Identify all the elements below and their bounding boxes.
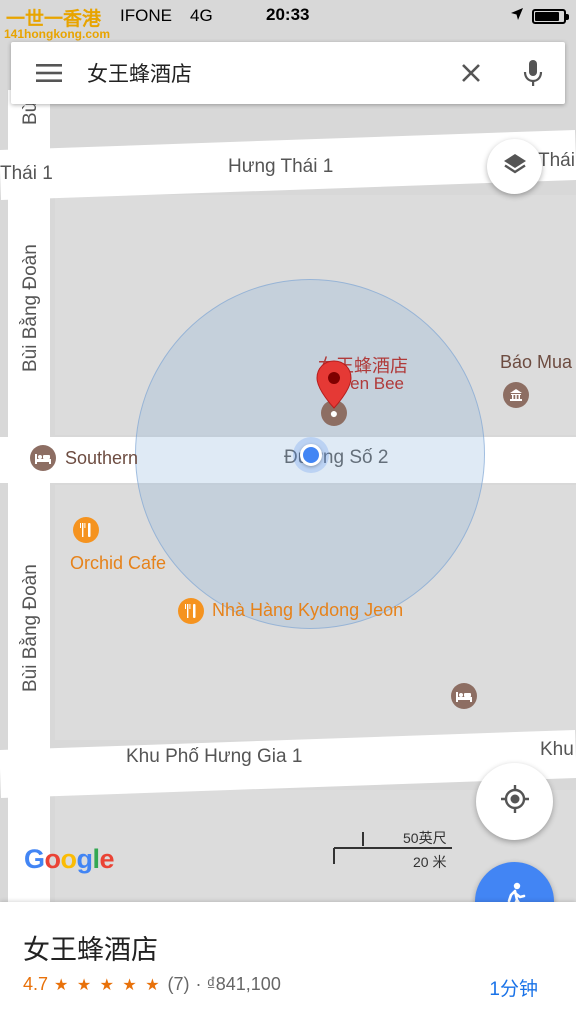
search-input[interactable]: 女王蜂酒店 xyxy=(87,58,441,88)
status-bar: 一世一香港 141hongkong.com IFONE 4G 20:33 xyxy=(0,0,576,41)
my-location-dot[interactable] xyxy=(300,444,322,466)
poi-label-bao-mua[interactable]: Báo Mua xyxy=(500,352,572,373)
google-logo-letter: o xyxy=(60,844,78,874)
rating-stars: ★ ★ ★ ★ ★ xyxy=(54,976,162,994)
google-logo-letter: g xyxy=(76,844,94,874)
google-logo-letter: G xyxy=(24,844,45,874)
google-logo: Google xyxy=(24,844,115,875)
travel-time[interactable]: 1分钟 xyxy=(489,974,538,1001)
place-name: 女王蜂酒店 xyxy=(23,935,158,965)
road-label-khu-right: Khu xyxy=(540,739,574,760)
google-logo-letter: e xyxy=(99,844,115,874)
poi-label-southern[interactable]: Southern xyxy=(65,448,138,469)
review-count: (7) xyxy=(167,974,190,994)
rating-value: 4.7 xyxy=(23,974,49,994)
price: · ₫841,100 xyxy=(195,974,281,994)
poi-label-orchid-cafe[interactable]: Orchid Cafe xyxy=(70,553,166,574)
poi-label-kydong[interactable]: Nhà Hàng Kydong Jeon xyxy=(212,600,403,621)
restaurant-icon[interactable] xyxy=(178,598,204,624)
road-label-bui-bang-doan-upper: Bùi Bằng Đoàn xyxy=(20,244,41,372)
restaurant-icon[interactable] xyxy=(73,517,99,543)
road-label-bui-bang-doan-lower: Bùi Bằng Đoàn xyxy=(20,564,41,692)
scale-metric: 20 米 xyxy=(413,854,447,870)
road-bui-bang-doan xyxy=(8,90,50,902)
place-meta: 4.7 ★ ★ ★ ★ ★ (7) · ₫841,100 xyxy=(23,974,281,995)
road-label-hung-thai-1: Hưng Thái 1 xyxy=(228,156,334,177)
clock: 20:33 xyxy=(266,5,310,24)
google-logo-letter: l xyxy=(92,844,101,874)
museum-icon[interactable] xyxy=(503,382,529,408)
scale-imperial: 50英尺 xyxy=(403,830,447,846)
road-label-thai-left: Thái 1 xyxy=(0,163,53,184)
road-label-khu-pho-hung-gia-1: Khu Phố Hưng Gia 1 xyxy=(126,746,303,767)
my-location-button[interactable] xyxy=(476,763,553,840)
crosshair-icon xyxy=(500,784,530,819)
close-icon[interactable] xyxy=(441,42,501,104)
place-pin-icon[interactable] xyxy=(315,360,353,415)
watermark-url: 141hongkong.com xyxy=(4,27,111,41)
battery-icon xyxy=(532,8,569,24)
search-bar[interactable]: 女王蜂酒店 xyxy=(11,42,565,104)
map-scale: 50英尺 20 米 xyxy=(333,828,453,870)
network-type: 4G xyxy=(190,6,213,25)
menu-icon[interactable] xyxy=(11,42,87,104)
microphone-icon[interactable] xyxy=(501,42,565,104)
road-label-thai-right: Thái xyxy=(538,150,575,171)
layers-button[interactable] xyxy=(487,139,542,194)
google-logo-letter: o xyxy=(44,844,62,874)
hotel-icon[interactable] xyxy=(30,445,56,471)
carrier-name: IFONE xyxy=(120,6,172,25)
map-canvas[interactable]: Hưng Thái 1 Thái 1 Thái Bùi Bằng Đoàn Bù… xyxy=(0,0,576,902)
status-right xyxy=(510,6,569,26)
layers-icon xyxy=(502,152,528,181)
location-arrow-icon xyxy=(510,6,524,26)
hotel-icon[interactable] xyxy=(451,683,477,709)
place-sheet[interactable]: 女王蜂酒店 4.7 ★ ★ ★ ★ ★ (7) · ₫841,100 1分钟 xyxy=(0,902,576,1024)
